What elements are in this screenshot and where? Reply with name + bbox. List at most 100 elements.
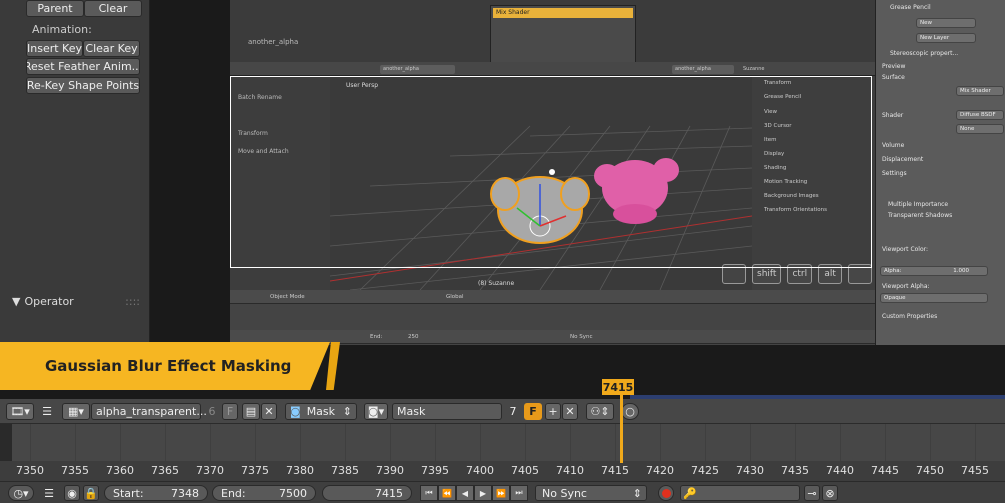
alpha-field[interactable]: Alpha: 1.000 (880, 266, 988, 276)
timeline-gridline (705, 424, 706, 461)
embedded-tool-item: Transform (238, 130, 268, 137)
lock-icon[interactable]: 🔒 (83, 485, 99, 501)
timeline-gridline (570, 424, 571, 461)
snap-icon[interactable]: ○ (621, 403, 639, 420)
mode-label: Mask (306, 405, 336, 418)
keying-icon[interactable]: ◉ (64, 485, 80, 501)
timeline-tick-label: 7435 (781, 464, 809, 477)
mask-name-field[interactable]: Mask (392, 403, 502, 420)
surface-section[interactable]: Surface (882, 74, 905, 81)
embedded-space: Global (446, 294, 464, 300)
clear-parent-button[interactable]: Clear (84, 0, 142, 17)
embedded-3d-viewport: User Persp (8) Suzanne (330, 76, 752, 290)
viewport-label: User Persp (346, 82, 379, 89)
reset-feather-anim-button[interactable]: Reset Feather Anim... (26, 58, 140, 75)
menu-icon[interactable]: ☰ (42, 485, 56, 501)
shader-field[interactable]: Diffuse BSDF (956, 110, 1004, 120)
clip-browse-icon[interactable]: ▦▾ (62, 403, 90, 420)
banner-edge (326, 342, 340, 390)
menu-icon[interactable]: ☰ (40, 403, 54, 420)
timeline-tick-label: 7370 (196, 464, 224, 477)
volume-section[interactable]: Volume (882, 142, 904, 149)
new-layer-button[interactable]: New Layer (916, 33, 976, 43)
delete-keyframe-icon[interactable]: ⊗ (822, 485, 838, 501)
pivot-dropdown-icon[interactable]: ⚇⇕ (586, 403, 614, 420)
embedded-right-item: View (764, 109, 778, 115)
close-icon[interactable]: ✕ (261, 403, 277, 420)
timeline[interactable]: 7350 7355 7360 7365 7370 7375 7380 7385 7390 7395… (0, 424, 1005, 481)
timeline-gridline (975, 424, 976, 461)
timeline-editor-icon[interactable]: ◷▾ (8, 485, 34, 501)
start-value: 7348 (171, 486, 199, 500)
timeline-tick-label: 7400 (466, 464, 494, 477)
embedded-viewport-header: Object Mode Global (230, 290, 875, 304)
chevron-updown-icon: ⇕ (632, 486, 642, 500)
surface-shader-field[interactable]: Mix Shader (956, 86, 1004, 96)
start-frame-field[interactable]: Start: 7348 (104, 485, 208, 501)
insert-key-button[interactable]: Insert Key (26, 40, 83, 57)
transparent-shadows-checkbox[interactable]: Transparent Shadows (888, 212, 952, 219)
playhead-line[interactable] (620, 393, 623, 463)
multiple-importance-checkbox[interactable]: Multiple Importance (888, 201, 948, 208)
insert-keyframe-icon[interactable]: ⊸ (804, 485, 820, 501)
embedded-material-field-2: another_alpha (672, 65, 734, 74)
rekey-shape-points-button[interactable]: Re-Key Shape Points (26, 77, 140, 94)
add-mask-icon[interactable]: + (545, 403, 561, 420)
embedded-timeline: Object Mode Global End: 250 No Sync (230, 290, 875, 345)
timeline-tick-label: 7385 (331, 464, 359, 477)
embedded-video: another_alpha Mix Shader another_alpha a… (230, 0, 875, 345)
embedded-header: another_alpha another_alpha Suzanne (230, 62, 875, 76)
keystroke-overlay: shift ctrl alt (722, 264, 873, 284)
mask-fake-user-button[interactable]: F (524, 403, 542, 420)
timeline-gridline (885, 424, 886, 461)
opaque-dropdown[interactable]: Opaque (880, 293, 988, 303)
new-button[interactable]: New (916, 18, 976, 28)
playback-controls: ⏮ ⏪ ◀ ▶ ⏩ ⏭ (420, 485, 528, 501)
mode-dropdown[interactable]: ◙ Mask ⇕ (285, 403, 357, 420)
editor-type-icon[interactable]: 🎞▾ (6, 403, 34, 420)
open-folder-icon[interactable]: ▤ (242, 403, 260, 420)
prev-keyframe-icon[interactable]: ⏪ (438, 485, 456, 501)
timeline-gridline (795, 424, 796, 461)
parent-button[interactable]: Parent (26, 0, 84, 17)
timeline-tick-label: 7440 (826, 464, 854, 477)
embedded-end-label: End: (370, 334, 383, 340)
current-frame-field[interactable]: 7415 (322, 485, 412, 501)
key-shift: shift (752, 264, 782, 284)
jump-start-icon[interactable]: ⏮ (420, 485, 438, 501)
preview-section[interactable]: Preview (882, 63, 905, 70)
sync-dropdown[interactable]: No Sync ⇕ (535, 485, 647, 501)
keying-set-field[interactable]: 🔑 (680, 485, 800, 501)
mix-shader-item[interactable]: Mix Shader (493, 8, 633, 18)
settings-section[interactable]: Settings (882, 170, 907, 177)
title-banner: Gaussian Blur Effect Masking (0, 342, 330, 390)
clear-key-button[interactable]: Clear Key (83, 40, 140, 57)
operator-panel-header[interactable]: ▼ Operator :::: (0, 292, 150, 310)
timeline-tick-label: 7395 (421, 464, 449, 477)
jump-end-icon[interactable]: ⏭ (510, 485, 528, 501)
mask-browse-icon[interactable]: ◙▾ (364, 403, 388, 420)
timeline-gridline (300, 424, 301, 461)
clip-name-field[interactable]: alpha_transparent... (91, 403, 207, 420)
grip-icon: :::: (125, 294, 140, 308)
current-frame-badge[interactable]: 7415 (602, 379, 634, 395)
timeline-tick-label: 7425 (691, 464, 719, 477)
timeline-strip[interactable] (0, 424, 1005, 461)
timeline-gridline (660, 424, 661, 461)
clip-fake-user-button[interactable]: F (222, 403, 238, 420)
timeline-tick-label: 7420 (646, 464, 674, 477)
remove-mask-icon[interactable]: ✕ (562, 403, 578, 420)
timeline-tick-label: 7415 (601, 464, 629, 477)
next-keyframe-icon[interactable]: ⏩ (492, 485, 510, 501)
key-ctrl: ctrl (787, 264, 813, 284)
shader-field-2[interactable]: None (956, 124, 1004, 134)
stereoscopic-label: Stereoscopic propert... (890, 50, 959, 57)
tool-shelf: Parent Clear Animation: Insert Key Clear… (0, 0, 150, 345)
custom-properties-section[interactable]: Custom Properties (882, 313, 937, 320)
play-icon[interactable]: ▶ (474, 485, 492, 501)
embedded-right-item: 3D Cursor (764, 123, 792, 129)
end-frame-field[interactable]: End: 7500 (212, 485, 316, 501)
play-reverse-icon[interactable]: ◀ (456, 485, 474, 501)
record-icon[interactable] (658, 485, 674, 501)
displacement-section[interactable]: Displacement (882, 156, 923, 163)
